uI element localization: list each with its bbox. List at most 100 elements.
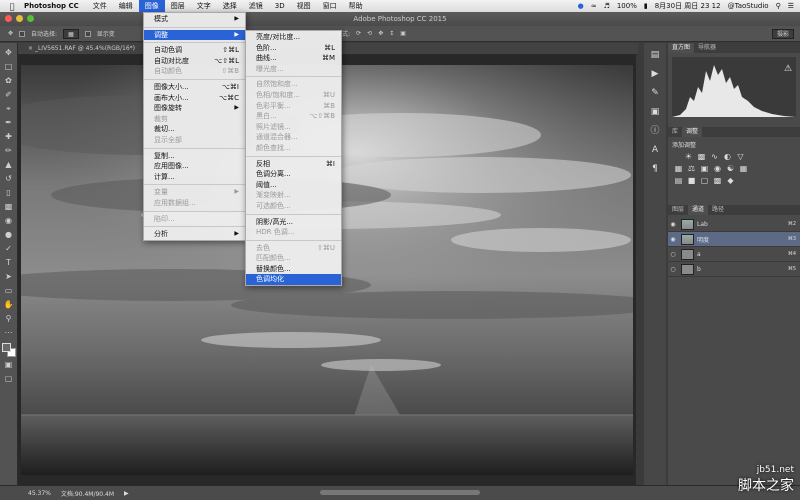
paragraph-icon[interactable]: ¶ xyxy=(649,163,661,175)
image-menu-item-0[interactable]: 模式 ▶ xyxy=(144,14,245,25)
adjust-menu-item-25[interactable]: 色调均化 xyxy=(246,274,341,286)
menu-type[interactable]: 文字 xyxy=(191,0,217,12)
channel-row[interactable]: ○ b ⌘5 xyxy=(668,262,800,277)
apple-icon[interactable]:  xyxy=(6,2,18,11)
image-menu-item-17[interactable]: 计算... xyxy=(144,172,245,183)
black-white-icon[interactable]: ▣ xyxy=(700,164,709,173)
zoom-button[interactable] xyxy=(27,15,34,22)
image-menu-item-15[interactable]: 复制... xyxy=(144,151,245,162)
history-icon[interactable]: ▤ xyxy=(649,49,661,61)
image-menu-item-5[interactable]: 自动对比度 ⌥⇧⌘L xyxy=(144,56,245,67)
volume-icon[interactable]: ♬ xyxy=(604,2,610,10)
zoom-level[interactable]: 45.37% xyxy=(28,490,51,497)
stamp-icon[interactable]: ▲ xyxy=(3,159,15,171)
menu-image[interactable]: 图像 xyxy=(138,0,165,12)
healing-icon[interactable]: ✚ xyxy=(3,131,15,143)
user-name[interactable]: @TaoStudio xyxy=(728,2,769,10)
menu-edit[interactable]: 编辑 xyxy=(113,0,139,12)
tab-histogram[interactable]: 直方图 xyxy=(668,43,695,53)
tab-adjustments[interactable]: 调整 xyxy=(682,127,703,137)
menu-select[interactable]: 选择 xyxy=(217,0,243,12)
eye-icon[interactable]: ○ xyxy=(668,266,678,273)
vertical-scrollbar[interactable] xyxy=(636,55,644,485)
3d-slide-icon[interactable]: ↕ xyxy=(389,30,394,37)
image-menu-item-4[interactable]: 自动色调 ⇧⌘L xyxy=(144,45,245,56)
hand-icon[interactable]: ✋ xyxy=(3,299,15,311)
menu-layer[interactable]: 图层 xyxy=(165,0,191,12)
channel-mixer-icon[interactable]: ☯ xyxy=(726,164,735,173)
3d-rotate-icon[interactable]: ⟳ xyxy=(356,30,361,37)
foreground-color-swatch[interactable] xyxy=(1,343,11,352)
actions-icon[interactable]: ▶ xyxy=(649,68,661,80)
menu-filter[interactable]: 滤镜 xyxy=(243,0,269,12)
warning-icon[interactable]: ⚠ xyxy=(784,64,792,74)
app-menu[interactable]: Photoshop CC xyxy=(24,2,79,10)
adjust-menu-item-14[interactable]: 色调分离... xyxy=(246,169,341,180)
path-select-icon[interactable]: ➤ xyxy=(3,271,15,283)
color-swatches[interactable] xyxy=(1,343,16,357)
channel-row[interactable]: ◉ Lab ⌘2 xyxy=(668,217,800,232)
status-arrow-icon[interactable]: ▶ xyxy=(124,490,129,497)
eraser-icon[interactable]: ▯ xyxy=(3,187,15,199)
menu-window[interactable]: 窗口 xyxy=(317,0,343,12)
tab-channels[interactable]: 通道 xyxy=(688,205,709,215)
photo-filter-icon[interactable]: ◉ xyxy=(713,164,722,173)
hue-saturation-icon[interactable]: ▦ xyxy=(674,164,683,173)
close-button[interactable] xyxy=(5,15,12,22)
quick-mask-icon[interactable]: ▣ xyxy=(3,359,15,371)
image-menu-item-2[interactable]: 调整 ▶ xyxy=(144,29,245,41)
quick-select-icon[interactable]: ✐ xyxy=(3,89,15,101)
auto-select-checkbox[interactable] xyxy=(19,30,26,37)
lasso-icon[interactable]: ✿ xyxy=(3,75,15,87)
tab-paths[interactable]: 路径 xyxy=(708,205,728,215)
channel-row[interactable]: ○ a ⌘4 xyxy=(668,247,800,262)
shape-icon[interactable]: ▭ xyxy=(3,285,15,297)
clock[interactable]: 8月30日 周日 23 12 xyxy=(655,1,721,11)
adjust-menu-item-24[interactable]: 替换颜色... xyxy=(246,264,341,275)
tab-navigator[interactable]: 导航器 xyxy=(694,43,720,53)
tab-layers[interactable]: 图层 xyxy=(668,205,688,215)
list-icon[interactable]: ☰ xyxy=(788,2,794,10)
battery-icon[interactable]: ▮ xyxy=(644,2,648,10)
eye-icon[interactable]: ○ xyxy=(668,251,678,258)
minimize-button[interactable] xyxy=(16,15,23,22)
more-tools-icon[interactable]: ⋯ xyxy=(3,327,15,339)
character-icon[interactable]: A xyxy=(649,144,661,156)
close-tab-icon[interactable]: × xyxy=(28,45,33,52)
pen-icon[interactable]: ✓ xyxy=(3,243,15,255)
gradient-icon[interactable]: ▩ xyxy=(3,201,15,213)
history-brush-icon[interactable]: ↺ xyxy=(3,173,15,185)
threshold-icon[interactable]: ▢ xyxy=(700,176,709,185)
menu-file[interactable]: 文件 xyxy=(87,0,113,12)
brush-icon[interactable]: ✏ xyxy=(3,145,15,157)
posterize-icon[interactable]: ■ xyxy=(687,176,696,185)
gradient-map-icon[interactable]: ▩ xyxy=(713,176,722,185)
horizontal-scrollbar[interactable] xyxy=(320,490,480,495)
move-icon[interactable]: ✥ xyxy=(3,47,15,59)
move-tool-icon[interactable]: ✥ xyxy=(8,30,13,37)
eye-icon[interactable]: ◉ xyxy=(668,236,678,243)
image-menu-item-24[interactable]: 分析 ▶ xyxy=(144,229,245,240)
color-lookup-icon[interactable]: ▦ xyxy=(739,164,748,173)
adjust-menu-item-19[interactable]: 阴影/高光... xyxy=(246,217,341,228)
invert-icon[interactable]: ▤ xyxy=(674,176,683,185)
eye-icon[interactable]: ◉ xyxy=(668,221,678,228)
adjust-menu-item-0[interactable]: 亮度/对比度... xyxy=(246,32,341,43)
info-icon[interactable]: ● xyxy=(578,2,584,10)
menu-3d[interactable]: 3D xyxy=(269,0,291,12)
image-menu-item-9[interactable]: 画布大小... ⌥⌘C xyxy=(144,93,245,104)
zoom-icon[interactable]: ⚲ xyxy=(3,313,15,325)
levels-icon[interactable]: ▩ xyxy=(697,152,706,161)
curves-icon[interactable]: ∿ xyxy=(710,152,719,161)
menu-help[interactable]: 帮助 xyxy=(343,0,369,12)
type-icon[interactable]: T xyxy=(3,257,15,269)
info-panel-icon[interactable]: ⓘ xyxy=(649,125,661,137)
search-icon[interactable]: ⚲ xyxy=(776,2,781,10)
selective-color-icon[interactable]: ◆ xyxy=(726,176,735,185)
3d-pan-icon[interactable]: ✥ xyxy=(378,30,383,37)
3d-scale-icon[interactable]: ▣ xyxy=(400,30,406,37)
clone-source-icon[interactable]: ▣ xyxy=(649,106,661,118)
vibrance-icon[interactable]: ▽ xyxy=(736,152,745,161)
image-menu-item-8[interactable]: 图像大小... ⌥⌘I xyxy=(144,82,245,93)
dodge-icon[interactable]: ● xyxy=(3,229,15,241)
